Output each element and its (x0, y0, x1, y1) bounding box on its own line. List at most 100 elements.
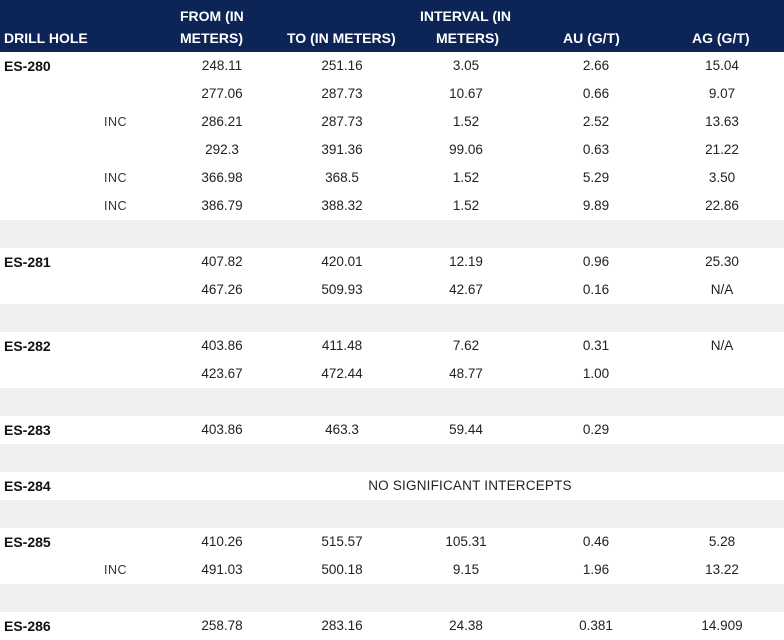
cell-from: 277.06 (201, 86, 243, 101)
cell-to: 287.73 (321, 86, 363, 101)
cell-to: 287.73 (321, 114, 363, 129)
cell-from: 407.82 (201, 254, 243, 269)
cell-ag: 22.86 (705, 198, 739, 213)
header-from-line2: METERS) (180, 30, 243, 46)
header-to: TO (IN METERS) (287, 30, 396, 46)
cell-note: NO SIGNIFICANT INTERCEPTS (368, 478, 572, 493)
cell-inc: INC (104, 199, 128, 213)
cell-au: 5.29 (582, 170, 610, 185)
cell-to: 411.48 (321, 338, 363, 353)
cell-drill-hole: ES-284 (4, 478, 51, 494)
cell-interval: 9.15 (452, 562, 480, 577)
table-row: ES-282 403.86 411.48 7.62 0.31 N/A (0, 332, 784, 360)
table-row: 423.67 472.44 48.77 1.00 (0, 360, 784, 388)
cell-ag: 13.22 (705, 562, 739, 577)
cell-drill-hole: ES-281 (4, 254, 51, 270)
cell-ag: N/A (710, 338, 734, 353)
cell-from: 386.79 (201, 198, 243, 213)
header-ag: AG (G/T) (692, 30, 750, 46)
cell-ag: N/A (710, 282, 734, 297)
table-row: INC 366.98 368.5 1.52 5.29 3.50 (0, 164, 784, 192)
spacer-row (0, 444, 784, 472)
spacer-row (0, 500, 784, 528)
cell-au: 0.29 (582, 422, 610, 437)
header-drill-hole: DRILL HOLE (4, 30, 88, 46)
spacer-row (0, 304, 784, 332)
cell-drill-hole: ES-285 (4, 534, 51, 550)
cell-to: 388.32 (321, 198, 363, 213)
cell-from: 403.86 (201, 338, 243, 353)
cell-inc: INC (104, 171, 128, 185)
spacer-row (0, 220, 784, 248)
spacer-row (0, 388, 784, 416)
cell-to: 283.16 (321, 618, 363, 633)
cell-from: 366.98 (201, 170, 243, 185)
cell-interval: 12.19 (449, 254, 483, 269)
cell-interval: 7.62 (452, 338, 480, 353)
cell-to: 500.18 (321, 562, 363, 577)
cell-au: 2.66 (582, 58, 610, 73)
cell-interval: 59.44 (449, 422, 483, 437)
cell-from: 258.78 (201, 618, 243, 633)
table-row: ES-280 248.11 251.16 3.05 2.66 15.04 (0, 52, 784, 80)
cell-ag: 21.22 (705, 142, 739, 157)
table-row: ES-285 410.26 515.57 105.31 0.46 5.28 (0, 528, 784, 556)
drill-results-table: DRILL HOLE FROM (IN METERS) TO (IN METER… (0, 0, 784, 640)
table-row: ES-286 258.78 283.16 24.38 0.381 14.909 (0, 612, 784, 640)
cell-interval: 3.05 (452, 58, 480, 73)
table-row: INC 491.03 500.18 9.15 1.96 13.22 (0, 556, 784, 584)
table-row: 292.3 391.36 99.06 0.63 21.22 (0, 136, 784, 164)
cell-from: 410.26 (201, 534, 243, 549)
cell-to: 509.93 (321, 282, 363, 297)
cell-interval: 1.52 (452, 170, 480, 185)
cell-ag: 9.07 (708, 86, 736, 101)
cell-to: 368.5 (325, 170, 359, 185)
table-body: ES-280 248.11 251.16 3.05 2.66 15.04 277.06 287… (0, 52, 784, 640)
header-au: AU (G/T) (563, 30, 620, 46)
cell-interval: 99.06 (449, 142, 483, 157)
cell-au: 0.63 (582, 142, 610, 157)
cell-drill-hole: ES-280 (4, 58, 51, 74)
cell-drill-hole: ES-282 (4, 338, 51, 354)
cell-ag: 15.04 (705, 58, 739, 73)
table-row: 467.26 509.93 42.67 0.16 N/A (0, 276, 784, 304)
cell-from: 286.21 (201, 114, 243, 129)
cell-au: 0.16 (582, 282, 610, 297)
cell-ag: 13.63 (705, 114, 739, 129)
cell-to: 472.44 (321, 366, 363, 381)
cell-au: 9.89 (582, 198, 610, 213)
cell-au: 0.31 (582, 338, 610, 353)
cell-interval: 10.67 (449, 86, 483, 101)
table-row: INC 386.79 388.32 1.52 9.89 22.86 (0, 192, 784, 220)
cell-au: 0.66 (582, 86, 610, 101)
cell-interval: 42.67 (449, 282, 483, 297)
cell-interval: 24.38 (449, 618, 483, 633)
cell-interval: 105.31 (445, 534, 487, 549)
header-from-line1: FROM (IN (180, 8, 244, 24)
cell-ag: 25.30 (705, 254, 739, 269)
table-row: INC 286.21 287.73 1.52 2.52 13.63 (0, 108, 784, 136)
table-row: ES-281 407.82 420.01 12.19 0.96 25.30 (0, 248, 784, 276)
cell-au: 2.52 (582, 114, 610, 129)
cell-au: 0.46 (582, 534, 610, 549)
cell-inc: INC (104, 563, 128, 577)
cell-au: 0.96 (582, 254, 610, 269)
spacer-row (0, 584, 784, 612)
cell-au: 1.00 (582, 366, 610, 381)
cell-inc: INC (104, 115, 128, 129)
cell-to: 463.3 (325, 422, 359, 437)
table-header: DRILL HOLE FROM (IN METERS) TO (IN METER… (0, 0, 784, 52)
cell-to: 391.36 (321, 142, 363, 157)
cell-ag: 3.50 (708, 170, 736, 185)
cell-drill-hole: ES-283 (4, 422, 51, 438)
cell-interval: 1.52 (452, 198, 480, 213)
cell-interval: 48.77 (449, 366, 483, 381)
header-interval-line2: METERS) (436, 30, 499, 46)
table-row: ES-283 403.86 463.3 59.44 0.29 (0, 416, 784, 444)
cell-from: 403.86 (201, 422, 243, 437)
table-row: 277.06 287.73 10.67 0.66 9.07 (0, 80, 784, 108)
cell-to: 420.01 (321, 254, 363, 269)
cell-to: 515.57 (321, 534, 363, 549)
cell-interval: 1.52 (452, 114, 480, 129)
cell-from: 467.26 (201, 282, 243, 297)
